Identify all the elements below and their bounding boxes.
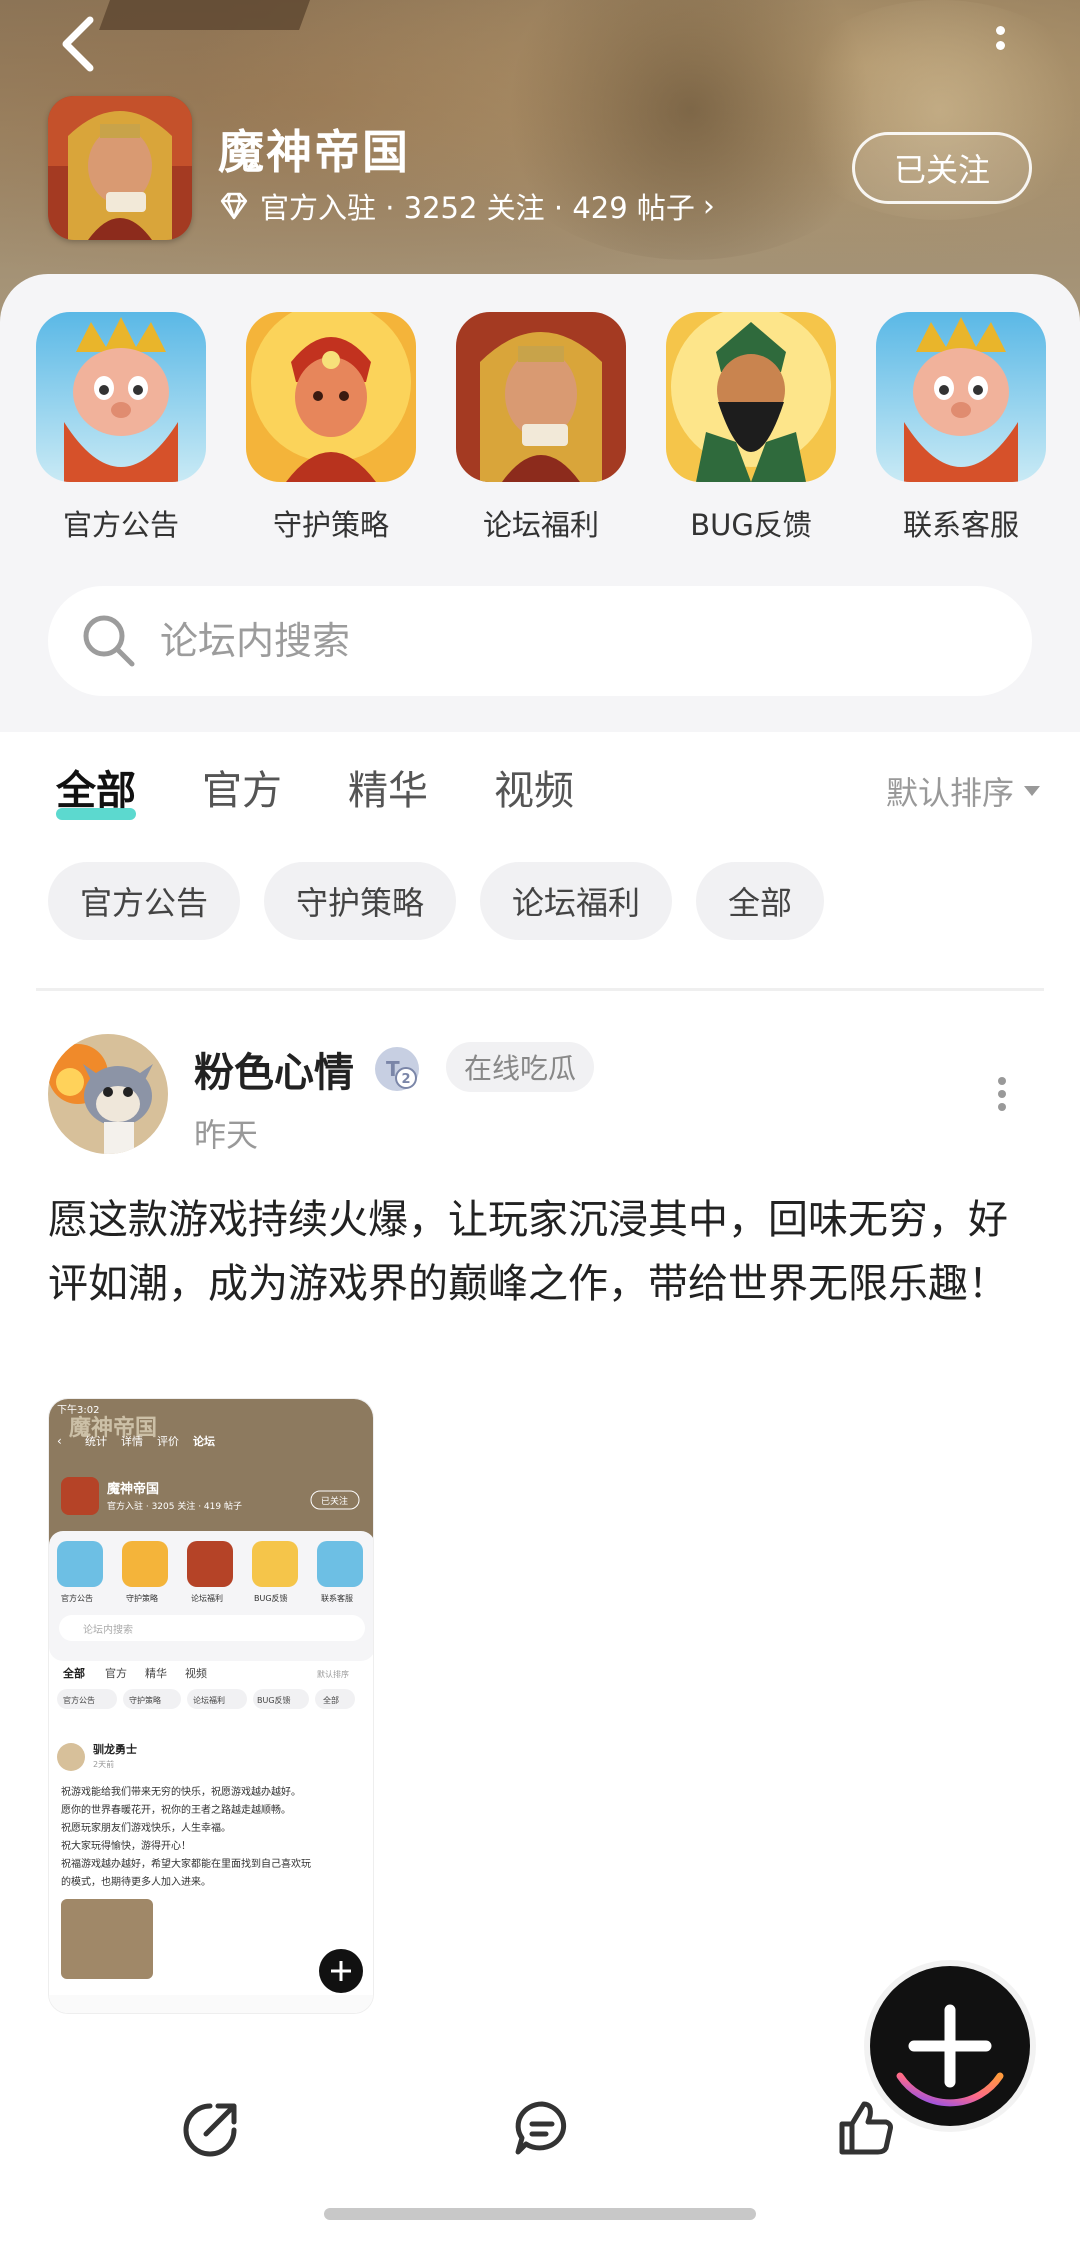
mini-feed-tab: 精华: [145, 1666, 167, 1680]
svg-text:‹: ‹: [57, 1434, 62, 1448]
shortcut-forum-welfare[interactable]: 论坛福利: [456, 312, 626, 544]
forum-search-bar[interactable]: [48, 586, 1032, 696]
tab-video[interactable]: 视频: [494, 758, 574, 816]
shortcut-label: 官方公告: [62, 508, 179, 542]
post-action-bar: [0, 2070, 1080, 2190]
mini-chip: 论坛福利: [193, 1695, 225, 1705]
game-stats[interactable]: 官方入驻 · 3252 关注 · 429 帖子 ›: [218, 185, 715, 227]
mini-sort: 默认排序: [317, 1669, 349, 1679]
diamond-icon: [220, 192, 248, 220]
mini-tab: 论坛: [193, 1434, 215, 1448]
svg-text:2: 2: [402, 1072, 411, 1087]
sort-dropdown[interactable]: 默认排序: [886, 768, 1040, 814]
mini-tab: 统计: [85, 1435, 107, 1448]
mini-shortcut: 联系客服: [321, 1593, 353, 1603]
bearded-general-avatar-icon: [666, 312, 836, 482]
mini-author: 驯龙勇士: [93, 1742, 137, 1756]
post-timestamp: 昨天: [194, 1116, 259, 1154]
divider: [36, 988, 1044, 991]
flame-hero-avatar-icon: [246, 312, 416, 482]
feed-tabs: 全部 官方 精华 视频: [56, 758, 640, 820]
search-icon: [83, 615, 135, 667]
mini-feed-tab: 视频: [185, 1666, 207, 1680]
king-avatar-icon: [36, 312, 206, 482]
tab-featured[interactable]: 精华: [348, 758, 428, 816]
chevron-right-icon: ›: [702, 188, 715, 224]
back-arrow-icon[interactable]: [52, 14, 112, 74]
mini-shortcut: BUG反馈: [254, 1593, 288, 1603]
shortcut-official-notice[interactable]: 官方公告: [36, 312, 206, 544]
mini-feed-tab: 全部: [62, 1666, 85, 1680]
game-logo: [48, 96, 192, 240]
home-indicator[interactable]: [324, 2208, 756, 2220]
follow-button[interactable]: 已关注: [852, 132, 1032, 204]
mini-feed-tab: 官方: [105, 1666, 127, 1680]
shortcut-label: 论坛福利: [482, 508, 599, 542]
chip-all[interactable]: 全部: [696, 862, 825, 940]
shortcut-label: 守护策略: [272, 508, 389, 542]
mini-follow: 已关注: [321, 1495, 348, 1507]
share-icon[interactable]: [182, 2098, 242, 2158]
like-icon[interactable]: [836, 2098, 896, 2158]
chip-forum-welfare[interactable]: 论坛福利: [480, 862, 673, 940]
chip-official-notice[interactable]: 官方公告: [48, 862, 241, 940]
mini-time: 2天前: [93, 1759, 114, 1769]
caret-down-icon: [1024, 786, 1040, 796]
avatar[interactable]: [48, 1034, 168, 1154]
mini-chip: 全部: [323, 1695, 339, 1705]
level-badge-icon: T 2: [372, 1044, 422, 1094]
mini-banner-title: 魔神帝国: [69, 1415, 157, 1441]
mini-line: 的模式，也期待更多人加入进来。: [61, 1875, 211, 1888]
chip-defense-strategy[interactable]: 守护策略: [264, 862, 457, 940]
shortcut-label: 联系客服: [902, 508, 1019, 542]
tab-all[interactable]: 全部: [56, 758, 136, 820]
post-text[interactable]: 愿这款游戏持续火爆，让玩家沉浸其中，回味无穷，好评如潮，成为游戏界的巅峰之作，带…: [48, 1188, 1038, 1316]
post-author-name[interactable]: 粉色心情: [194, 1040, 354, 1098]
search-input[interactable]: [160, 619, 960, 663]
game-stats-text: 官方入驻 · 3252 关注 · 429 帖子: [260, 191, 695, 225]
post-screenshot-image[interactable]: 下午3:02 魔神帝国 ‹ 统计 详情 评价 论坛 魔神帝国 官方入驻 · 32…: [48, 1398, 374, 2014]
game-title: 魔神帝国: [218, 125, 410, 179]
user-title-badge: 在线吃瓜: [446, 1042, 595, 1092]
more-menu-icon[interactable]: [980, 20, 1020, 80]
mini-shortcut: 论坛福利: [191, 1593, 223, 1603]
shortcut-customer-service[interactable]: 联系客服: [876, 312, 1046, 544]
king-avatar-icon: [876, 312, 1046, 482]
mini-chip: BUG反馈: [257, 1695, 291, 1705]
mini-shortcut: 守护策略: [126, 1593, 158, 1603]
mini-search: 论坛内搜索: [83, 1623, 133, 1636]
shortcut-row: 官方公告 守护策略 论坛福利 BUG反馈 联系客服: [36, 312, 1046, 544]
mini-line: 祝游戏能给我们带来无穷的快乐，祝愿游戏越办越好。: [61, 1785, 301, 1798]
mini-shortcut: 官方公告: [61, 1593, 93, 1603]
mini-chip: 官方公告: [63, 1695, 95, 1705]
sort-label: 默认排序: [885, 774, 1014, 812]
forum-shortcut-card: 官方公告 守护策略 论坛福利 BUG反馈 联系客服 论坛内搜索: [0, 274, 1080, 732]
filter-chips: 官方公告 守护策略 论坛福利 全部: [48, 862, 848, 940]
shortcut-bug-report[interactable]: BUG反馈: [666, 312, 836, 544]
mini-line: 祝福游戏越办越好，希望大家都能在里面找到自己喜欢玩: [61, 1857, 311, 1870]
mini-tab: 详情: [121, 1434, 143, 1448]
golden-hero-avatar-icon: [456, 312, 626, 482]
mini-status-time: 下午3:02: [57, 1403, 99, 1416]
mini-chip: 守护策略: [129, 1695, 161, 1705]
mini-line: 祝愿玩家朋友们游戏快乐，人生幸福。: [61, 1821, 231, 1834]
post-more-icon[interactable]: [982, 1072, 1022, 1122]
mini-line: 愿你的世界春暖花开，祝你的王者之路越走越顺畅。: [61, 1803, 291, 1816]
tab-official[interactable]: 官方: [202, 758, 282, 816]
mini-tab: 评价: [157, 1435, 179, 1448]
shortcut-defense-strategy[interactable]: 守护策略: [246, 312, 416, 544]
mini-line: 祝大家玩得愉快，游得开心！: [61, 1839, 191, 1852]
comment-icon[interactable]: [512, 2098, 572, 2158]
mini-meta: 官方入驻 · 3205 关注 · 419 帖子: [107, 1500, 242, 1512]
mini-title: 魔神帝国: [107, 1481, 159, 1497]
shortcut-label: BUG反馈: [690, 508, 812, 542]
